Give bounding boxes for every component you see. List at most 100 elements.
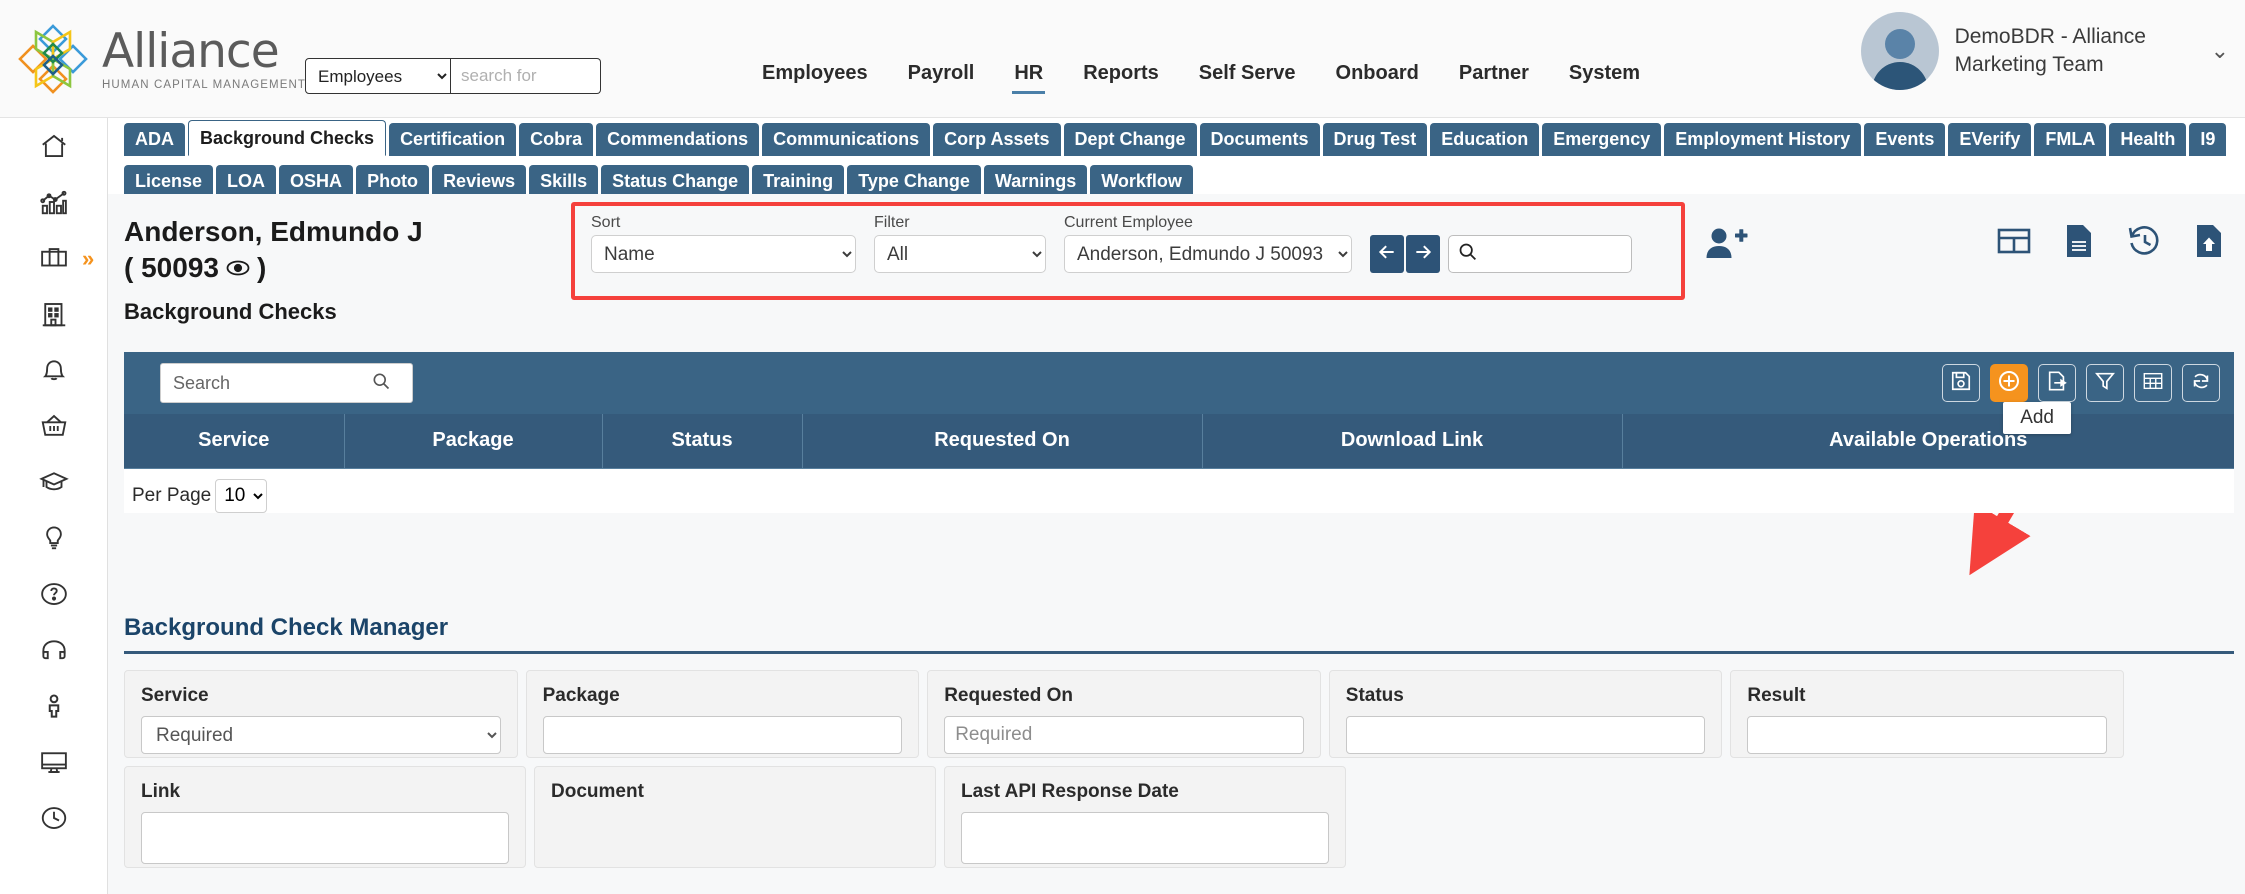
label-service: Service: [141, 685, 209, 706]
brand-logo[interactable]: Alliance HUMAN CAPITAL MANAGEMENT: [14, 20, 306, 98]
save-button[interactable]: [1942, 364, 1980, 402]
grid-settings-button[interactable]: [2134, 364, 2172, 402]
tab-documents[interactable]: Documents: [1199, 123, 1320, 156]
sidebar-item-benefits[interactable]: [0, 398, 108, 454]
sidebar-item-profile[interactable]: [0, 678, 108, 734]
input-requested-on[interactable]: [944, 716, 1304, 754]
tab-education[interactable]: Education: [1430, 123, 1540, 156]
building-icon: [39, 299, 69, 329]
nav-reports[interactable]: Reports: [1063, 60, 1179, 87]
search-scope-select[interactable]: Employees: [305, 58, 451, 94]
previous-employee-button[interactable]: [1370, 235, 1404, 273]
filter-button[interactable]: [2086, 364, 2124, 402]
next-employee-button[interactable]: [1406, 235, 1440, 273]
sidebar-item-analytics[interactable]: [0, 174, 108, 230]
input-result[interactable]: [1747, 716, 2107, 754]
add-employee-button[interactable]: [1704, 226, 1748, 269]
sidebar-item-company[interactable]: [0, 286, 108, 342]
column-download-link[interactable]: Download Link: [1202, 414, 1623, 469]
tab-row-2: License LOA OSHA Photo Reviews Skills St…: [108, 160, 2245, 198]
employee-search-input[interactable]: [1478, 242, 1618, 266]
tab-health[interactable]: Health: [2109, 123, 2187, 156]
filter-control: Filter All: [874, 214, 1046, 273]
add-button[interactable]: [1990, 364, 2028, 402]
nav-hr[interactable]: HR: [994, 60, 1063, 94]
tab-drug-test[interactable]: Drug Test: [1322, 123, 1428, 156]
column-status[interactable]: Status: [602, 414, 803, 469]
monitor-icon: [39, 747, 69, 777]
headset-icon: [39, 635, 69, 665]
tab-fmla[interactable]: FMLA: [2034, 123, 2107, 156]
input-package[interactable]: [542, 716, 903, 754]
add-employee-icon: [1704, 228, 1748, 268]
sidebar-expand-icon[interactable]: »: [82, 246, 94, 272]
input-link[interactable]: [141, 812, 509, 864]
eye-icon[interactable]: [225, 250, 251, 286]
column-service[interactable]: Service: [124, 414, 345, 469]
sidebar-item-workstation[interactable]: [0, 734, 108, 790]
sidebar-item-help[interactable]: [0, 566, 108, 622]
search-icon[interactable]: [371, 371, 391, 396]
tab-certification[interactable]: Certification: [389, 123, 517, 156]
user-menu[interactable]: DemoBDR - Alliance Marketing Team ⌄: [1860, 12, 2229, 90]
tab-everify[interactable]: EVerify: [1948, 123, 2032, 156]
refresh-button[interactable]: [2182, 364, 2220, 402]
tab-corp-assets[interactable]: Corp Assets: [933, 123, 1061, 156]
nav-partner[interactable]: Partner: [1439, 60, 1549, 87]
per-page-control: Per Page 10: [124, 469, 2234, 513]
tab-dept-change[interactable]: Dept Change: [1063, 123, 1197, 156]
employee-search-field[interactable]: [1448, 235, 1632, 273]
tab-communications[interactable]: Communications: [762, 123, 931, 156]
nav-self-serve[interactable]: Self Serve: [1179, 60, 1316, 87]
sort-select[interactable]: Name: [591, 235, 856, 273]
sidebar-item-briefcase[interactable]: [0, 230, 108, 286]
export-button[interactable]: [2038, 364, 2076, 402]
input-service[interactable]: Required: [141, 716, 501, 754]
lightbulb-icon: [39, 523, 69, 553]
column-available-operations[interactable]: Available Operations: [1622, 414, 2234, 469]
nav-payroll[interactable]: Payroll: [888, 60, 995, 87]
label-link: Link: [141, 781, 181, 802]
clock-icon: [39, 803, 69, 833]
global-search-input[interactable]: [451, 58, 601, 94]
sidebar-item-support[interactable]: [0, 622, 108, 678]
column-requested-on[interactable]: Requested On: [802, 414, 1203, 469]
document-icon[interactable]: [2065, 224, 2093, 263]
history-icon[interactable]: [2127, 225, 2161, 262]
tab-cobra[interactable]: Cobra: [519, 123, 594, 156]
employee-controls: Sort Name Filter All Current Employee An…: [591, 214, 1632, 273]
basket-icon: [39, 411, 69, 441]
tab-emergency[interactable]: Emergency: [1542, 123, 1662, 156]
tab-events[interactable]: Events: [1864, 123, 1946, 156]
nav-system[interactable]: System: [1549, 60, 1660, 87]
grid-search-input[interactable]: [171, 371, 371, 395]
tab-background-checks[interactable]: Background Checks: [188, 120, 387, 156]
person-icon: [39, 691, 69, 721]
column-package[interactable]: Package: [344, 414, 603, 469]
sidebar-item-ideas[interactable]: [0, 510, 108, 566]
sidebar-item-home[interactable]: [0, 118, 108, 174]
per-page-select[interactable]: 10: [215, 478, 268, 513]
input-last-api-response-date[interactable]: [961, 812, 1329, 864]
employee-id-number: ( 50093: [124, 252, 219, 283]
sidebar-item-learning[interactable]: [0, 454, 108, 510]
label-requested-on: Requested On: [944, 685, 1073, 706]
sidebar-item-notifications[interactable]: [0, 342, 108, 398]
sort-control: Sort Name: [591, 214, 856, 273]
nav-onboard[interactable]: Onboard: [1316, 60, 1439, 87]
tab-employment-history[interactable]: Employment History: [1664, 123, 1862, 156]
upload-document-icon[interactable]: [2195, 224, 2223, 263]
nav-employees[interactable]: Employees: [742, 60, 888, 87]
current-employee-select[interactable]: Anderson, Edmundo J 50093: [1064, 235, 1352, 273]
filter-select[interactable]: All: [874, 235, 1046, 273]
chevron-down-icon[interactable]: ⌄: [2211, 38, 2229, 64]
field-requested-on: Requested On: [927, 670, 1321, 758]
grid-search-field[interactable]: [160, 363, 413, 403]
question-circle-icon: [39, 579, 69, 609]
tab-commendations[interactable]: Commendations: [596, 123, 760, 156]
tab-ada[interactable]: ADA: [124, 123, 185, 156]
sidebar-item-time[interactable]: [0, 790, 108, 846]
input-status[interactable]: [1345, 716, 1706, 754]
table-view-icon[interactable]: [1997, 226, 2031, 261]
tab-i9[interactable]: I9: [2189, 123, 2227, 156]
